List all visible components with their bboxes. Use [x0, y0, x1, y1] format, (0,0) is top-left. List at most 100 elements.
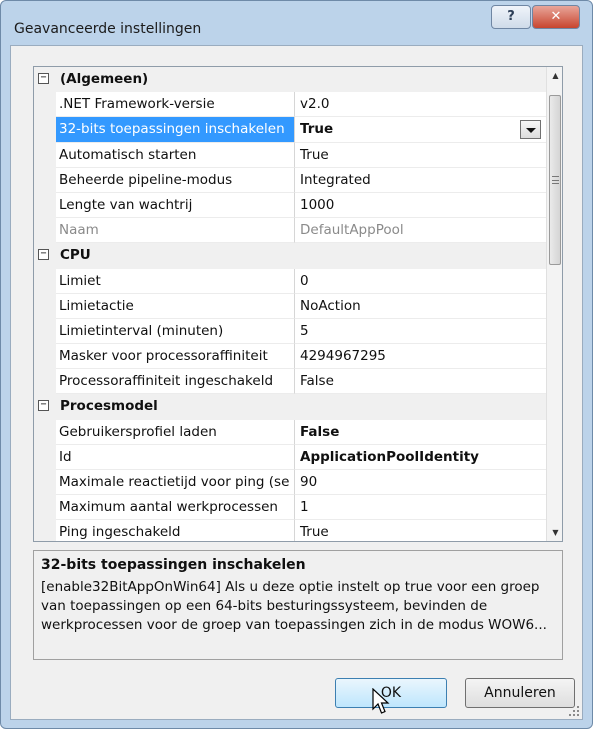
property-value-text: Integrated: [300, 171, 371, 188]
property-value-text: 0: [300, 272, 309, 289]
property-value[interactable]: Integrated: [295, 168, 546, 193]
scroll-up-arrow-icon[interactable]: ▲: [547, 67, 562, 84]
property-value-text: ApplicationPoolIdentity: [300, 448, 479, 465]
gutter: [34, 192, 56, 219]
property-row[interactable]: .NET Framework-versie v2.0: [34, 92, 546, 118]
gutter: [34, 268, 56, 294]
property-value[interactable]: 1000: [295, 193, 546, 219]
property-row[interactable]: Lengte van wachtrij 1000: [34, 192, 546, 219]
close-button[interactable]: ✕: [532, 5, 580, 29]
scroll-down-arrow-icon[interactable]: ▼: [547, 524, 562, 541]
property-value[interactable]: 5: [295, 319, 546, 345]
gutter: −: [34, 394, 56, 420]
property-value[interactable]: ApplicationPoolIdentity: [295, 445, 546, 470]
property-name: Limiet: [56, 268, 295, 294]
property-name: Limietactie: [56, 293, 295, 319]
property-row[interactable]: Naam DefaultAppPool: [34, 218, 546, 244]
property-row[interactable]: Gebruikersprofiel laden False: [34, 419, 546, 445]
property-value-text: 1000: [300, 196, 335, 213]
property-value[interactable]: True: [295, 143, 546, 168]
grip-icon: [552, 176, 559, 184]
property-value[interactable]: False: [295, 369, 546, 395]
property-value[interactable]: True: [295, 117, 546, 143]
property-row[interactable]: 32-bits toepassingen inschakelen True: [34, 117, 546, 143]
property-value-text: 5: [300, 322, 309, 339]
property-name: Limietinterval (minuten): [56, 318, 295, 345]
collapse-icon[interactable]: −: [38, 400, 49, 412]
property-row[interactable]: Limietactie NoAction: [34, 293, 546, 319]
property-row[interactable]: Automatisch starten True: [34, 142, 546, 168]
property-name: Maximum aantal werkprocessen: [56, 495, 295, 521]
property-value[interactable]: 1: [295, 495, 546, 521]
property-row[interactable]: Id ApplicationPoolIdentity: [34, 444, 546, 470]
gutter: [34, 444, 56, 470]
advanced-settings-dialog: Geavanceerde instellingen ? ✕ − (Algemeen…: [0, 0, 593, 729]
gutter: −: [34, 243, 56, 269]
scrollbar-thumb[interactable]: [549, 95, 561, 265]
property-value-text: True: [300, 146, 329, 163]
property-row[interactable]: Maximum aantal werkprocessen 1: [34, 495, 546, 521]
collapse-icon[interactable]: −: [38, 249, 49, 261]
property-name: Id: [56, 444, 295, 470]
property-name: Ping ingeschakeld: [56, 520, 295, 541]
category-row[interactable]: − Procesmodel: [34, 394, 546, 420]
property-value-text: True: [300, 121, 334, 138]
property-value-text: NoAction: [300, 297, 361, 314]
gutter: −: [34, 67, 56, 93]
property-name: Lengte van wachtrij: [56, 192, 295, 219]
property-row[interactable]: Ping ingeschakeld True: [34, 520, 546, 541]
collapse-icon[interactable]: −: [38, 73, 49, 84]
property-row[interactable]: Limietinterval (minuten) 5: [34, 318, 546, 345]
property-row[interactable]: Beheerde pipeline-modus Integrated: [34, 167, 546, 193]
property-value-text: False: [300, 423, 340, 440]
property-name: Processoraffiniteit ingeschakeld: [56, 369, 295, 395]
property-value[interactable]: False: [295, 420, 546, 445]
category-label: CPU: [56, 243, 546, 269]
property-name: Masker voor processoraffiniteit: [56, 344, 295, 370]
property-value[interactable]: v2.0: [295, 92, 546, 118]
dialog-title: Geavanceerde instellingen: [14, 21, 202, 37]
gutter: [34, 520, 56, 541]
property-value-text: 4294967295: [300, 348, 386, 365]
dialog-client-area: − (Algemeen) .NET Framework-versie v2.0 32-b…: [10, 45, 583, 720]
property-value[interactable]: NoAction: [295, 294, 546, 319]
gutter: [34, 419, 56, 445]
property-grid-scrollbar[interactable]: ▲ ▼: [546, 67, 562, 541]
property-value-text: True: [300, 524, 329, 541]
gutter: [34, 495, 56, 521]
property-value[interactable]: 0: [295, 269, 546, 294]
property-name: .NET Framework-versie: [56, 92, 295, 118]
description-title: 32-bits toepassingen inschakelen: [41, 557, 306, 573]
title-bar[interactable]: Geavanceerde instellingen ? ✕: [1, 1, 592, 37]
category-row[interactable]: − CPU: [34, 243, 546, 269]
category-label: (Algemeen): [56, 67, 546, 93]
property-value-text: False: [300, 373, 334, 390]
property-name: Gebruikersprofiel laden: [56, 419, 295, 445]
property-value[interactable]: 90: [295, 470, 546, 496]
gutter: [34, 218, 56, 244]
gutter: [34, 470, 56, 496]
description-text: [enable32BitAppOnWin64] Als u deze optie…: [41, 579, 547, 633]
gutter: [34, 318, 56, 345]
property-value-text: DefaultAppPool: [300, 222, 404, 239]
property-value[interactable]: DefaultAppPool: [295, 218, 546, 244]
ok-button[interactable]: OK: [335, 678, 447, 708]
help-button[interactable]: ?: [491, 5, 531, 29]
property-grid: − (Algemeen) .NET Framework-versie v2.0 32-b…: [33, 66, 563, 542]
property-row[interactable]: Processoraffiniteit ingeschakeld False: [34, 369, 546, 395]
property-value-text: 1: [300, 499, 309, 516]
resize-grip-icon[interactable]: [568, 705, 580, 717]
gutter: [34, 142, 56, 168]
property-value[interactable]: True: [295, 520, 546, 541]
description-panel: 32-bits toepassingen inschakelen [enable…: [33, 550, 563, 660]
category-row[interactable]: − (Algemeen): [34, 67, 546, 93]
property-rows: − (Algemeen) .NET Framework-versie v2.0 32-b…: [34, 67, 546, 541]
property-value-text: 90: [300, 474, 318, 490]
property-row[interactable]: Maximale reactietijd voor ping (se 90: [34, 470, 546, 496]
property-value[interactable]: 4294967295: [295, 344, 546, 370]
property-row[interactable]: Limiet 0: [34, 268, 546, 294]
gutter: [34, 92, 56, 118]
dropdown-arrow-icon[interactable]: [520, 120, 541, 140]
cancel-button[interactable]: Annuleren: [465, 678, 575, 708]
property-row[interactable]: Masker voor processoraffiniteit 429496729…: [34, 344, 546, 370]
